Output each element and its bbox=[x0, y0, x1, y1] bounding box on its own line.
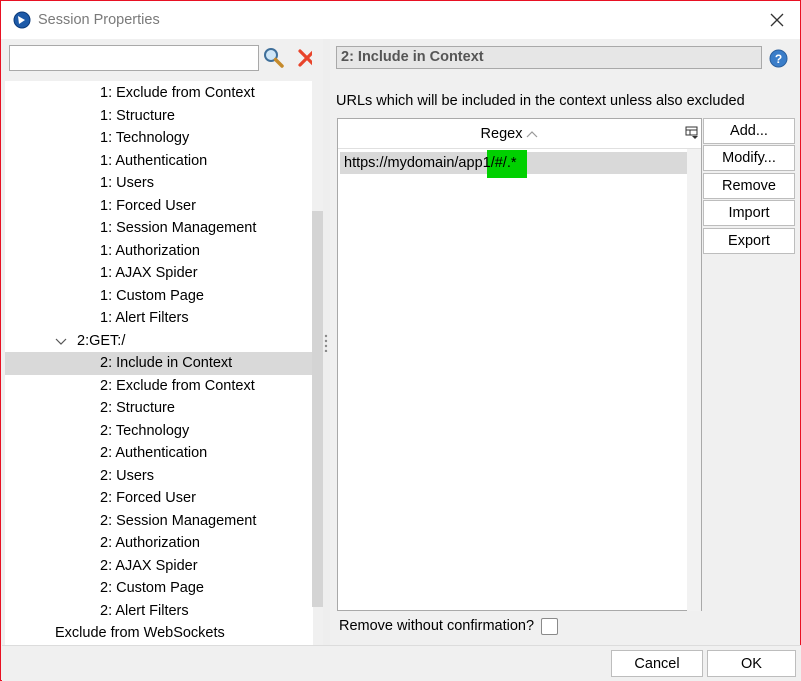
panel-description: URLs which will be included in the conte… bbox=[336, 93, 745, 109]
tree-item[interactable]: 1: Authentication bbox=[5, 150, 313, 173]
regex-table: Regex https://mydomain/app1/#/.* bbox=[337, 118, 702, 611]
tree-item-label: 1: Exclude from Context bbox=[100, 85, 255, 102]
tree-item[interactable]: 1: Forced User bbox=[5, 195, 313, 218]
tree-item[interactable]: 2:GET:/ bbox=[5, 330, 313, 353]
tree-item[interactable]: 2: Alert Filters bbox=[5, 600, 313, 623]
tree-item[interactable]: 2: AJAX Spider bbox=[5, 555, 313, 578]
tree-item-label: 2:GET:/ bbox=[77, 332, 126, 349]
regex-column-header[interactable]: Regex bbox=[338, 119, 701, 149]
tree-item-label: 1: Authentication bbox=[100, 152, 208, 169]
tree-item[interactable]: 2: Custom Page bbox=[5, 577, 313, 600]
tree-item[interactable]: 2: Exclude from Context bbox=[5, 375, 313, 398]
zap-app-icon bbox=[13, 11, 31, 29]
cancel-button[interactable]: Cancel bbox=[611, 650, 703, 677]
tree-item-label: 2: Technology bbox=[100, 422, 190, 439]
sort-ascending-icon bbox=[527, 130, 538, 137]
tree-item-label: 2: Structure bbox=[100, 400, 175, 417]
tree-item-label: 1: Forced User bbox=[100, 197, 196, 214]
tree-item[interactable]: 2: Forced User bbox=[5, 487, 313, 510]
tree-item-label: Exclude from WebSockets bbox=[55, 625, 225, 642]
modify-button[interactable]: Modify... bbox=[703, 145, 795, 171]
ok-button[interactable]: OK bbox=[707, 650, 796, 677]
tree-item[interactable]: Exclude from WebSockets bbox=[5, 622, 313, 645]
tree-item-label: 2: Custom Page bbox=[100, 580, 204, 597]
search-input[interactable] bbox=[9, 45, 259, 71]
export-button[interactable]: Export bbox=[703, 228, 795, 254]
window-title: Session Properties bbox=[38, 12, 160, 28]
tree-item-label: 1: Users bbox=[100, 175, 154, 192]
tree-item[interactable]: 2: Session Management bbox=[5, 510, 313, 533]
tree-item[interactable]: 2: Structure bbox=[5, 397, 313, 420]
regex-column-label: Regex bbox=[480, 125, 523, 142]
tree-item[interactable]: 1: Structure bbox=[5, 105, 313, 128]
tree-item-label: 1: Technology bbox=[100, 130, 190, 147]
title-bar: Session Properties bbox=[1, 1, 800, 39]
remove-confirm-label: Remove without confirmation? bbox=[339, 618, 535, 634]
tree-item-label: 1: Custom Page bbox=[100, 287, 204, 304]
tree-item-label: 2: Authorization bbox=[100, 535, 200, 552]
tree-item-label: 1: Alert Filters bbox=[100, 310, 189, 327]
tree-item-label: 1: Session Management bbox=[100, 220, 257, 237]
tree-item[interactable]: 1: Session Management bbox=[5, 217, 313, 240]
close-icon bbox=[770, 13, 784, 27]
remove-confirm-row: Remove without confirmation? bbox=[339, 615, 559, 637]
table-row[interactable]: https://mydomain/app1/#/.* bbox=[340, 150, 687, 178]
tree-item[interactable]: 2: Authentication bbox=[5, 442, 313, 465]
tree-item[interactable]: 2: Include in Context bbox=[5, 352, 313, 375]
tree-item[interactable]: 1: Authorization bbox=[5, 240, 313, 263]
help-icon[interactable]: ? bbox=[769, 49, 788, 68]
tree-item[interactable]: 1: Custom Page bbox=[5, 285, 313, 308]
tree-item-label: 1: Structure bbox=[100, 107, 175, 124]
tree-pane: 1: Exclude from Context 1: Structure 1: Te… bbox=[2, 39, 322, 645]
tree-item-label: 2: Session Management bbox=[100, 512, 257, 529]
tree-item[interactable]: 2: Users bbox=[5, 465, 313, 488]
session-properties-window: Session Properties 1: Exclude from Conte… bbox=[0, 0, 801, 681]
tree-item-label: 1: Authorization bbox=[100, 242, 200, 259]
tree-item-label: 2: Exclude from Context bbox=[100, 377, 255, 394]
column-picker-icon[interactable] bbox=[685, 126, 699, 140]
panel-title: 2: Include in Context bbox=[336, 46, 762, 69]
search-button[interactable] bbox=[262, 46, 286, 70]
tree-item[interactable]: 1: AJAX Spider bbox=[5, 262, 313, 285]
close-button[interactable] bbox=[759, 5, 795, 35]
tree-item-label: 2: Authentication bbox=[100, 445, 208, 462]
svg-text:?: ? bbox=[775, 52, 782, 66]
regex-cell: https://mydomain/app1/#/.* bbox=[344, 155, 517, 171]
context-tree: 1: Exclude from Context 1: Structure 1: Te… bbox=[5, 81, 313, 645]
tree-item-label: 2: Alert Filters bbox=[100, 602, 189, 619]
tree-item[interactable]: 2: Technology bbox=[5, 420, 313, 443]
tree-item[interactable]: 1: Alert Filters bbox=[5, 307, 313, 330]
tree-item[interactable]: 1: Exclude from Context bbox=[5, 82, 313, 105]
chevron-down-icon[interactable] bbox=[55, 338, 67, 346]
tree-item-label: 2: Users bbox=[100, 467, 154, 484]
tree-item-label: 2: AJAX Spider bbox=[100, 557, 198, 574]
tree-item-label: 2: Forced User bbox=[100, 490, 196, 507]
table-scroll-area bbox=[687, 149, 701, 611]
import-button[interactable]: Import bbox=[703, 200, 795, 226]
add-button[interactable]: Add... bbox=[703, 118, 795, 144]
remove-confirm-checkbox[interactable] bbox=[541, 617, 559, 635]
tree-item-label: 2: Include in Context bbox=[100, 355, 233, 372]
tree-item[interactable]: 2: Authorization bbox=[5, 532, 313, 555]
tree-item[interactable]: 1: Users bbox=[5, 172, 313, 195]
tree-item-label: 1: AJAX Spider bbox=[100, 265, 198, 282]
remove-button[interactable]: Remove bbox=[703, 173, 795, 199]
tree-item[interactable]: 1: Technology bbox=[5, 127, 313, 150]
search-icon bbox=[264, 48, 284, 68]
splitter-grip-icon bbox=[324, 334, 328, 352]
